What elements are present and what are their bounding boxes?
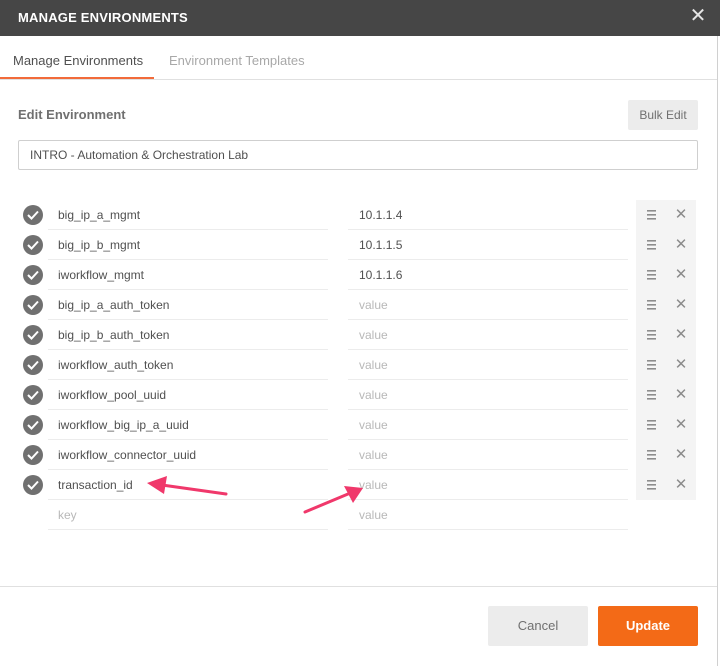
checkmark-icon [27, 450, 39, 460]
footer-divider [0, 586, 717, 587]
enabled-checkbox[interactable] [23, 205, 43, 225]
delete-row-icon[interactable]: ✕ [666, 200, 696, 230]
tab-bar: Manage Environments Environment Template… [0, 36, 718, 80]
enabled-checkbox[interactable] [23, 415, 43, 435]
checkmark-icon [27, 300, 39, 310]
delete-row-icon[interactable]: ✕ [666, 380, 696, 410]
hamburger-icon [647, 480, 656, 490]
variable-key-input[interactable]: big_ip_a_mgmt [48, 200, 328, 230]
row-menu-icon[interactable] [636, 410, 666, 440]
environment-name-input[interactable] [18, 140, 698, 170]
variable-row: big_ip_b_mgmt 10.1.1.5 ✕ [0, 230, 720, 260]
new-variable-row: key value [0, 500, 720, 530]
variable-value-input[interactable]: value [348, 380, 628, 410]
row-menu-icon[interactable] [636, 260, 666, 290]
variable-value-input[interactable]: value [348, 470, 628, 500]
hamburger-icon [647, 420, 656, 430]
variable-key-input[interactable]: iworkflow_connector_uuid [48, 440, 328, 470]
enabled-checkbox[interactable] [23, 325, 43, 345]
hamburger-icon [647, 210, 656, 220]
delete-row-icon[interactable]: ✕ [666, 410, 696, 440]
row-menu-icon[interactable] [636, 290, 666, 320]
variable-key-input[interactable]: iworkflow_big_ip_a_uuid [48, 410, 328, 440]
edit-environment-heading: Edit Environment [18, 107, 126, 122]
delete-row-icon[interactable]: ✕ [666, 470, 696, 500]
checkmark-icon [27, 240, 39, 250]
variable-row: transaction_id value ✕ [0, 470, 720, 500]
variable-row: big_ip_a_auth_token value ✕ [0, 290, 720, 320]
variable-row: iworkflow_big_ip_a_uuid value ✕ [0, 410, 720, 440]
close-icon[interactable]: ✕ [688, 6, 708, 26]
variable-value-input[interactable]: value [348, 350, 628, 380]
variable-value-input[interactable]: 10.1.1.5 [348, 230, 628, 260]
hamburger-icon [647, 240, 656, 250]
enabled-checkbox[interactable] [23, 235, 43, 255]
checkmark-icon [27, 210, 39, 220]
delete-row-icon[interactable]: ✕ [666, 350, 696, 380]
new-key-input[interactable]: key [48, 500, 328, 530]
new-value-input[interactable]: value [348, 500, 628, 530]
variable-key-input[interactable]: iworkflow_pool_uuid [48, 380, 328, 410]
cancel-button[interactable]: Cancel [488, 606, 588, 646]
row-menu-icon[interactable] [636, 470, 666, 500]
variable-key-input[interactable]: iworkflow_auth_token [48, 350, 328, 380]
enabled-checkbox[interactable] [23, 265, 43, 285]
enabled-checkbox[interactable] [23, 295, 43, 315]
delete-row-icon[interactable]: ✕ [666, 290, 696, 320]
row-menu-icon[interactable] [636, 440, 666, 470]
enabled-checkbox[interactable] [23, 475, 43, 495]
variable-key-input[interactable]: big_ip_b_auth_token [48, 320, 328, 350]
variable-row: big_ip_b_auth_token value ✕ [0, 320, 720, 350]
tab-manage-environments[interactable]: Manage Environments [13, 53, 143, 68]
tab-environment-templates[interactable]: Environment Templates [169, 53, 305, 68]
variable-row: big_ip_a_mgmt 10.1.1.4 ✕ [0, 200, 720, 230]
variable-row: iworkflow_mgmt 10.1.1.6 ✕ [0, 260, 720, 290]
variable-value-input[interactable]: value [348, 320, 628, 350]
variable-key-input[interactable]: transaction_id [48, 470, 328, 500]
variable-row: iworkflow_connector_uuid value ✕ [0, 440, 720, 470]
update-button[interactable]: Update [598, 606, 698, 646]
row-menu-icon[interactable] [636, 200, 666, 230]
window-title: MANAGE ENVIRONMENTS [18, 10, 188, 25]
delete-row-icon[interactable]: ✕ [666, 260, 696, 290]
variable-value-input[interactable]: 10.1.1.6 [348, 260, 628, 290]
enabled-checkbox[interactable] [23, 385, 43, 405]
hamburger-icon [647, 270, 656, 280]
checkmark-icon [27, 360, 39, 370]
hamburger-icon [647, 450, 656, 460]
checkmark-icon [27, 420, 39, 430]
row-menu-icon[interactable] [636, 320, 666, 350]
delete-row-icon[interactable]: ✕ [666, 230, 696, 260]
variable-value-input[interactable]: 10.1.1.4 [348, 200, 628, 230]
row-menu-icon[interactable] [636, 380, 666, 410]
checkmark-icon [27, 270, 39, 280]
variable-key-input[interactable]: big_ip_b_mgmt [48, 230, 328, 260]
variable-key-input[interactable]: iworkflow_mgmt [48, 260, 328, 290]
enabled-checkbox[interactable] [23, 355, 43, 375]
variable-row: iworkflow_auth_token value ✕ [0, 350, 720, 380]
hamburger-icon [647, 300, 656, 310]
active-tab-indicator [0, 77, 154, 79]
hamburger-icon [647, 360, 656, 370]
variable-row: iworkflow_pool_uuid value ✕ [0, 380, 720, 410]
enabled-checkbox[interactable] [23, 445, 43, 465]
checkmark-icon [27, 330, 39, 340]
titlebar: MANAGE ENVIRONMENTS ✕ [0, 0, 720, 36]
delete-row-icon[interactable]: ✕ [666, 440, 696, 470]
variable-value-input[interactable]: value [348, 410, 628, 440]
variable-value-input[interactable]: value [348, 290, 628, 320]
hamburger-icon [647, 330, 656, 340]
checkmark-icon [27, 390, 39, 400]
row-menu-icon[interactable] [636, 230, 666, 260]
bulk-edit-button[interactable]: Bulk Edit [628, 100, 698, 130]
variable-value-input[interactable]: value [348, 440, 628, 470]
row-menu-icon[interactable] [636, 350, 666, 380]
delete-row-icon[interactable]: ✕ [666, 320, 696, 350]
checkmark-icon [27, 480, 39, 490]
variable-key-input[interactable]: big_ip_a_auth_token [48, 290, 328, 320]
hamburger-icon [647, 390, 656, 400]
